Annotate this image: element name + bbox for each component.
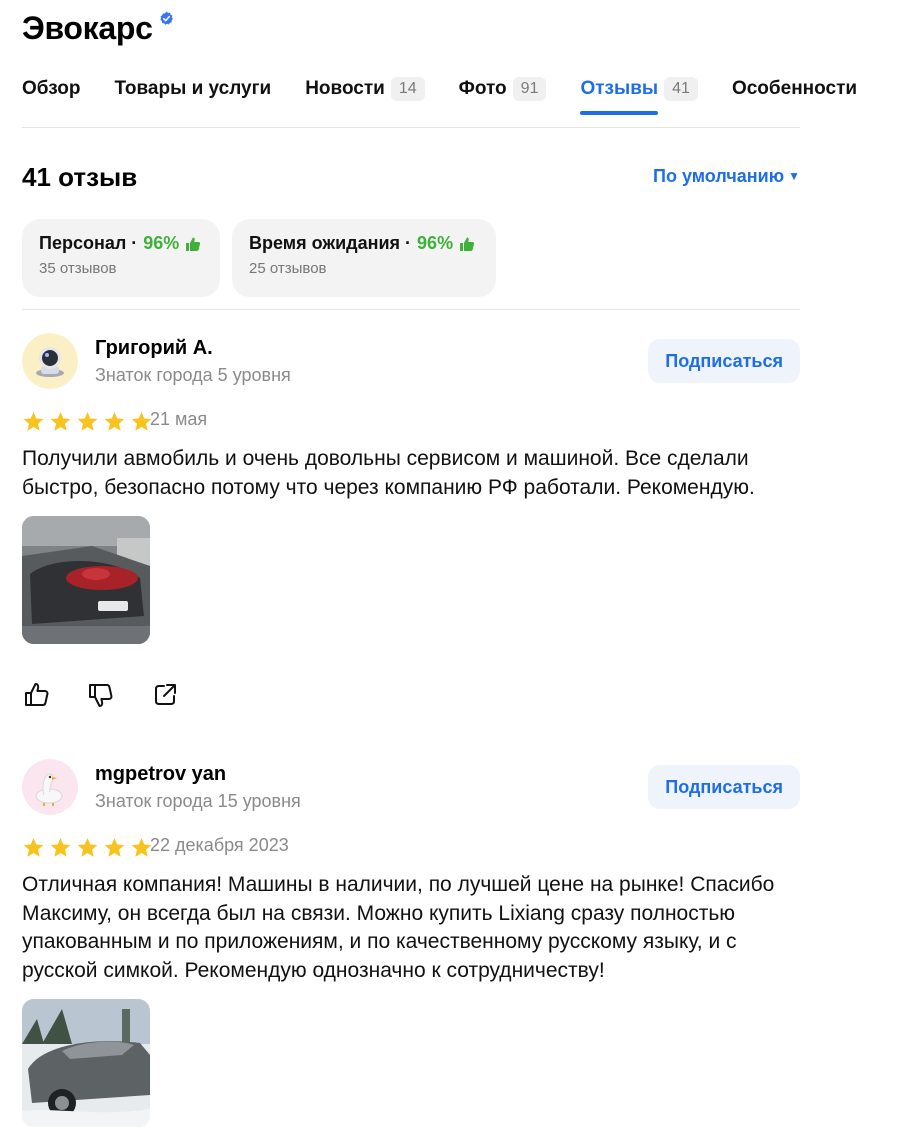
tab-count-badge: 91 (512, 77, 547, 101)
sort-label: По умолчанию (653, 166, 785, 186)
star-icon (104, 411, 125, 431)
review-author[interactable]: mgpetrov yan (95, 763, 226, 786)
review-date: 21 мая (150, 409, 208, 429)
divider (22, 127, 800, 128)
tab-label: Новости (305, 78, 385, 99)
tab-features[interactable]: Особенности (732, 74, 857, 104)
review-text: Получили авмобиль и очень довольны серви… (22, 447, 755, 499)
star-icon (23, 837, 44, 857)
author-level: Знаток города 5 уровня (95, 365, 291, 385)
author-level: Знаток города 15 уровня (95, 791, 301, 811)
thumbs-up-icon[interactable] (22, 680, 52, 710)
tab-label: Фото (458, 78, 507, 99)
star-icon (104, 837, 125, 857)
tab-label: Обзор (22, 78, 81, 99)
rating-stars (22, 837, 153, 859)
aspect-name: Время ожидания · (249, 233, 412, 253)
share-icon[interactable] (150, 680, 180, 710)
tab-goods-services[interactable]: Товары и услуги (114, 74, 271, 104)
review-photo[interactable] (22, 516, 150, 644)
aspect-subtitle: 35 отзывов (39, 260, 117, 277)
tab-count-badge: 14 (390, 77, 425, 101)
review-date: 22 декабря 2023 (150, 835, 289, 855)
review-card: mgpetrov yan Знаток города 15 уровня Под… (22, 759, 800, 1131)
star-icon (77, 411, 98, 431)
review-author[interactable]: Григорий А. (95, 337, 213, 360)
star-icon (23, 411, 44, 431)
subscribe-button[interactable]: Подписаться (648, 339, 800, 383)
tab-label: Отзывы (580, 78, 659, 99)
aspect-percent: 96% (417, 233, 454, 253)
divider (22, 309, 800, 310)
tab-reviews[interactable]: Отзывы 41 (580, 74, 698, 115)
tab-label: Товары и услуги (114, 78, 272, 99)
tab-bar: Обзор Товары и услуги Новости 14 Фото 91… (22, 74, 891, 115)
thumbs-up-icon (186, 237, 201, 251)
avatar[interactable] (22, 759, 78, 815)
review-card: Григорий А. Знаток города 5 уровня Подпи… (22, 333, 800, 713)
aspect-name: Персонал · (39, 233, 138, 253)
verified-badge-icon (160, 11, 173, 25)
review-text: Отличная компания! Машины в наличии, по … (22, 873, 775, 982)
reviews-count: 41 отзыв (22, 162, 138, 192)
subscribe-button[interactable]: Подписаться (648, 765, 800, 809)
tab-news[interactable]: Новости 14 (305, 74, 425, 104)
aspect-subtitle: 25 отзывов (249, 260, 327, 277)
avatar[interactable] (22, 333, 78, 389)
review-photo[interactable] (22, 999, 150, 1127)
page-title: Эвокарс (22, 10, 153, 46)
caret-down-icon: ▼ (788, 169, 800, 183)
tab-photos[interactable]: Фото 91 (459, 74, 547, 104)
aspect-staff[interactable]: Персонал · 96% 35 отзывов (22, 219, 220, 297)
sort-dropdown[interactable]: По умолчанию ▼ (653, 166, 800, 187)
rating-stars (22, 411, 153, 433)
tab-label: Особенности (731, 78, 858, 99)
tab-count-badge: 41 (664, 77, 698, 101)
thumbs-up-icon (460, 237, 475, 251)
tab-overview[interactable]: Обзор (22, 74, 80, 104)
star-icon (50, 411, 71, 431)
review-actions (22, 680, 180, 710)
aspect-waiting-time[interactable]: Время ожидания · 96% 25 отзывов (232, 219, 496, 297)
star-icon (50, 837, 71, 857)
star-icon (77, 837, 98, 857)
review-aspects: Персонал · 96% 35 отзывов Время ожидания… (22, 219, 496, 297)
aspect-percent: 96% (143, 233, 180, 253)
thumbs-down-icon[interactable] (86, 680, 116, 710)
